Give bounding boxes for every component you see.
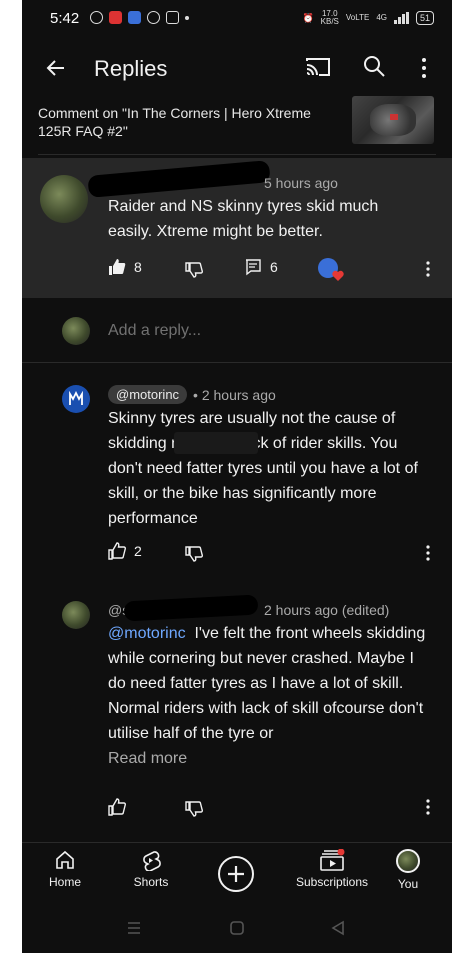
back-button-icon[interactable] bbox=[330, 920, 346, 936]
system-status-icons: ⏰ 17.0 KB/S VoLTE 4G 51 bbox=[302, 10, 434, 26]
nav-subscriptions[interactable]: Subscriptions bbox=[282, 849, 382, 889]
more-options-icon[interactable] bbox=[420, 56, 428, 80]
divider bbox=[38, 154, 436, 155]
replies-button[interactable]: 6 bbox=[244, 258, 278, 276]
like-button[interactable]: 2 bbox=[108, 542, 142, 560]
home-button-icon[interactable] bbox=[229, 920, 245, 936]
reply-input-row: Add a reply... bbox=[22, 300, 452, 362]
commenter-avatar[interactable] bbox=[62, 601, 90, 629]
divider bbox=[22, 362, 452, 363]
home-icon bbox=[56, 850, 74, 869]
nav-you[interactable]: You bbox=[368, 849, 448, 891]
battery-icon: 51 bbox=[415, 11, 434, 25]
notification-icons bbox=[90, 11, 189, 24]
signal-type: 4G bbox=[376, 13, 387, 22]
status-time: 5:42 bbox=[50, 10, 80, 27]
reply-more-icon[interactable] bbox=[425, 798, 431, 816]
comment-text: Raider and NS skinny tyres skid much eas… bbox=[108, 198, 379, 240]
mention-link[interactable]: @motorinc bbox=[108, 625, 186, 642]
motorinc-logo-icon bbox=[69, 391, 83, 405]
nav-home-label: Home bbox=[48, 875, 81, 889]
reply-text-block: @motorinc I've felt the front wheels ski… bbox=[108, 621, 428, 746]
like-count: 2 bbox=[134, 543, 142, 559]
app-notification-icon bbox=[128, 11, 141, 24]
comment-time: 5 hours ago bbox=[264, 175, 338, 191]
thumbs-up-icon[interactable] bbox=[108, 798, 126, 816]
phone-screen: 5:42 ⏰ 17.0 KB/S VoLTE 4G 51 Replies Com… bbox=[22, 0, 452, 953]
network-speed: 17.0 KB/S bbox=[320, 9, 339, 26]
recent-apps-icon[interactable] bbox=[126, 921, 142, 935]
status-bar: 5:42 ⏰ 17.0 KB/S VoLTE 4G 51 bbox=[22, 0, 452, 38]
comment-icon bbox=[246, 259, 261, 276]
instagram-icon bbox=[166, 11, 179, 24]
comment-more-icon[interactable] bbox=[425, 260, 431, 278]
whatsapp-icon bbox=[90, 11, 103, 24]
thumbs-up-filled-icon bbox=[109, 259, 126, 275]
profile-avatar bbox=[396, 849, 420, 873]
nav-home[interactable]: Home bbox=[25, 849, 105, 889]
video-thumbnail[interactable] bbox=[352, 96, 434, 144]
reply-text: I've felt the front wheels skidding whil… bbox=[108, 625, 426, 742]
thumbs-up-icon bbox=[108, 542, 126, 560]
dislike-icon[interactable] bbox=[185, 545, 203, 563]
system-navigation-bar bbox=[22, 905, 452, 953]
read-more-link[interactable]: Read more bbox=[108, 750, 187, 768]
redacted-username bbox=[87, 160, 271, 198]
plus-icon bbox=[228, 866, 244, 882]
page-title: Replies bbox=[94, 56, 168, 81]
reply-count: 6 bbox=[270, 259, 278, 275]
add-reply-input[interactable]: Add a reply... bbox=[108, 322, 201, 340]
subscriptions-icon bbox=[320, 849, 345, 871]
reply-item: @s 2 hours ago (edited) @motorinc I've f… bbox=[22, 594, 452, 836]
creator-handle-chip[interactable]: @motorinc bbox=[108, 385, 188, 404]
nav-shorts[interactable]: Shorts bbox=[111, 849, 191, 889]
more-notifications-dot bbox=[185, 15, 189, 20]
redacted-text bbox=[174, 432, 258, 454]
vi-app-icon bbox=[109, 11, 122, 24]
redacted-username bbox=[123, 594, 259, 622]
dislike-icon[interactable] bbox=[185, 800, 203, 818]
nav-shorts-label: Shorts bbox=[133, 875, 169, 889]
bottom-navigation: Home Shorts Subscriptions You bbox=[22, 842, 452, 905]
volte-label: VoLTE bbox=[345, 13, 370, 22]
parent-comment: 5 hours ago Raider and NS skinny tyres s… bbox=[22, 158, 452, 298]
comment-context[interactable]: Comment on "In The Corners | Hero Xtreme… bbox=[38, 104, 338, 140]
own-avatar bbox=[62, 317, 90, 345]
heart-icon bbox=[332, 270, 344, 281]
reply-item: @motorinc • 2 hours ago Skinny tyres are… bbox=[22, 380, 452, 580]
alarm-icon: ⏰ bbox=[302, 12, 314, 23]
create-button[interactable] bbox=[218, 856, 254, 892]
reddit-icon bbox=[147, 11, 160, 24]
back-arrow-icon[interactable] bbox=[44, 56, 68, 80]
like-button[interactable]: 8 bbox=[108, 258, 142, 276]
reply-time: • 2 hours ago bbox=[193, 386, 276, 403]
nav-subscriptions-label: Subscriptions bbox=[295, 875, 369, 889]
commenter-avatar[interactable] bbox=[40, 175, 88, 223]
reply-time: 2 hours ago (edited) bbox=[264, 602, 390, 618]
reply-text: Skinny tyres are usually not the cause o… bbox=[108, 410, 418, 527]
signal-bars-icon bbox=[393, 12, 409, 24]
shorts-icon bbox=[143, 851, 161, 871]
nav-you-label: You bbox=[397, 877, 419, 891]
reply-more-icon[interactable] bbox=[425, 544, 431, 562]
dislike-icon[interactable] bbox=[185, 261, 203, 279]
app-bar: Replies bbox=[22, 46, 452, 90]
cast-icon[interactable] bbox=[305, 56, 331, 78]
search-icon[interactable] bbox=[362, 54, 386, 78]
like-count: 8 bbox=[134, 259, 142, 275]
